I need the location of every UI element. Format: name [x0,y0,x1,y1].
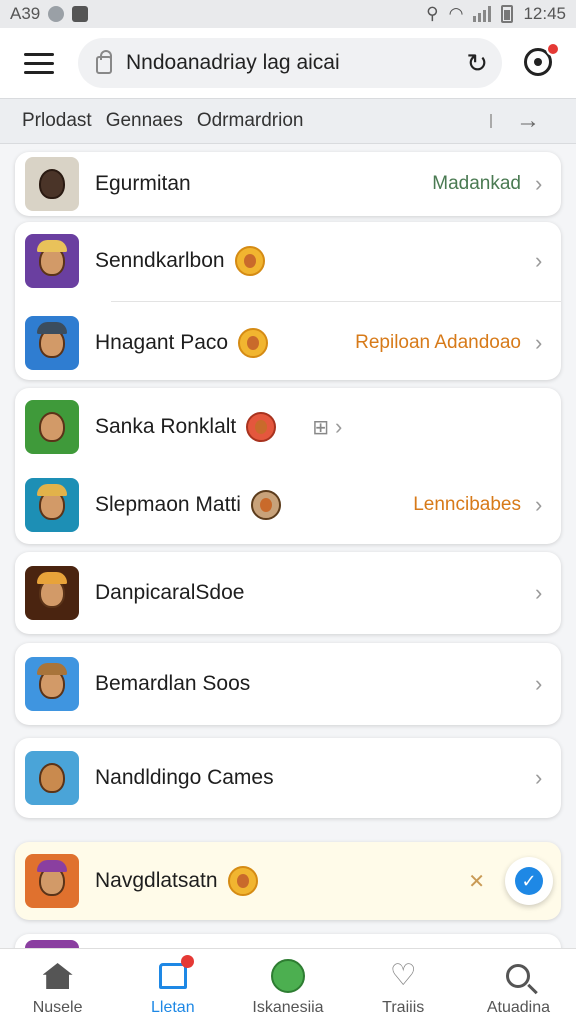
grid-icon[interactable]: ⊞ [312,415,329,440]
nav-label: Iskanesiia [252,999,324,1016]
check-button[interactable]: ✓ [505,857,553,905]
search-text: Nndoanadriay lag aicai [126,51,340,74]
tab-information[interactable]: Odrmardrion [197,110,304,132]
nav-label: Traiiis [382,999,425,1016]
status-left-text: A39 [10,4,41,23]
signal-icon [473,6,492,22]
app-icon [25,157,79,211]
arrow-right-icon[interactable]: → [516,107,540,135]
app-icon [25,316,79,370]
item-name: Nandldingo Cames [95,766,274,789]
item-status: Madankad [432,173,521,194]
home-icon [41,959,75,993]
item-name: Slepmaon Matti [95,493,241,516]
chevron-right-icon: › [535,330,543,355]
chevron-right-icon: › [535,671,543,696]
heart-icon: ♡ [389,959,417,992]
item-status: Lenncibabes [413,494,521,515]
list-item[interactable]: Slepmaon Matti Lenncibabes › [15,476,561,534]
chevron-right-icon: › [535,171,543,196]
list-card: Sanka Ronklalt ⊞ › Slepmaon Matti Lennci… [15,388,561,544]
app-icon [25,234,79,288]
list-card: Navgdlatsatn ✕ ✓ [15,842,561,920]
app-icon [25,854,79,908]
category-tabs: Prlodast Gennaes Odrmardrion → [0,98,576,144]
app-icon [25,478,79,532]
chevron-right-icon: › [535,765,543,790]
bottom-navigation: Nusele Lletan Iskanesiia ♡ Traiiis Atuad… [0,948,576,1024]
list-item[interactable]: Navgdlatsatn ✕ ✓ [15,852,561,910]
list-item[interactable]: Nandldingo Cames › [15,749,561,807]
item-status: Repiloan Adandoao [355,332,521,353]
nav-label: Nusele [32,999,83,1016]
list-card: Egurmitan Madankad › [15,152,561,216]
nav-label: Atuadina [486,999,550,1016]
list-item[interactable]: Sanka Ronklalt ⊞ › [15,398,561,456]
list-item[interactable]: DanpicaralSdoe › [15,564,561,622]
vibrate-icon: ⚲ [426,4,439,23]
top-bar: Nndoanadriay lag aicai ↻ [0,28,576,98]
coin-badge-icon [227,866,258,896]
lock-icon [96,50,112,74]
list-card: Bemardlan Soos › [15,643,561,725]
item-name: Hnagant Paco [95,331,229,354]
notification-dot [180,955,194,968]
list-card: Nandldingo Cames › [15,738,561,818]
nav-favorites[interactable]: ♡ Traiiis [346,949,461,1024]
status-bar: A39 ⚲ ◠ 12:45 [0,0,576,28]
app-icon [25,657,79,711]
list-item[interactable]: Egurmitan Madankad › [15,157,561,211]
search-icon [501,959,535,993]
app-icon [25,400,79,454]
nav-home[interactable]: Nusele [0,949,115,1024]
coin-badge-icon [234,246,265,276]
chevron-right-icon: › [535,248,543,273]
chevron-right-icon: › [535,580,543,605]
item-name: Senndkarlbon [95,249,225,272]
item-name: Navgdlatsatn [95,869,218,892]
item-name: DanpicaralSdoe [95,581,245,604]
list-item[interactable]: Bemardlan Soos › [15,655,561,713]
reload-icon[interactable]: ↻ [466,50,488,76]
list-item[interactable]: Senndkarlbon › [15,232,561,290]
battery-icon [501,5,514,23]
tab-divider [490,114,492,128]
notification-dot [546,42,560,56]
status-time: 12:45 [523,4,566,23]
coin-badge-icon [246,412,277,442]
check-icon: ✓ [515,867,543,895]
item-name: Sanka Ronklalt [95,415,237,438]
chevron-right-icon: › [535,492,543,517]
app-icon [25,566,79,620]
tab-products[interactable]: Prlodast [22,110,92,132]
chevron-right-icon: › [335,414,343,439]
nav-listen[interactable]: Lletan [115,949,230,1024]
coin-badge-icon [238,328,269,358]
screenshot-status-icon [72,6,89,22]
list-card: Senndkarlbon › Hnagant Paco Repiloan Ada… [15,222,561,380]
list-card: DanpicaralSdoe › [15,552,561,634]
item-name: Bemardlan Soos [95,672,251,695]
row-divider [111,301,561,302]
tab-games[interactable]: Gennaes [106,110,183,132]
wifi-icon: ◠ [448,4,464,23]
nav-label: Lletan [151,999,195,1016]
search-input[interactable]: Nndoanadriay lag aicai ↻ [78,38,502,88]
app-icon [25,751,79,805]
settings-status-icon [48,6,65,22]
nav-search[interactable]: Atuadina [461,949,576,1024]
avatar-icon [271,959,305,993]
menu-icon[interactable] [24,48,54,78]
avatar-badge-icon [250,490,281,520]
house-outline-icon [156,955,194,993]
nav-profile[interactable]: Iskanesiia [230,949,345,1024]
item-name: Egurmitan [95,172,191,195]
list-item[interactable]: Hnagant Paco Repiloan Adandoao › [15,314,561,372]
target-button[interactable] [524,42,560,78]
close-icon[interactable]: ✕ [468,869,485,894]
